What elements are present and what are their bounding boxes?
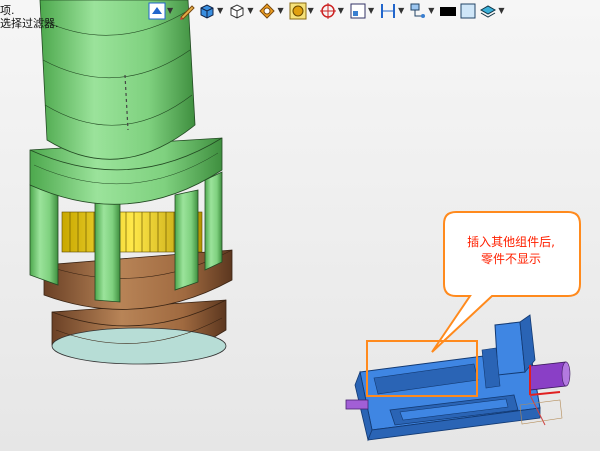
section-view-button[interactable]: ▼ xyxy=(258,1,286,21)
dimension-button[interactable]: ▼ xyxy=(379,1,407,21)
3d-viewport[interactable] xyxy=(0,0,600,451)
chevron-down-icon: ▼ xyxy=(167,6,174,15)
chevron-down-icon: ▼ xyxy=(498,6,505,15)
callout-text: 插入其他组件后, 零件不显示 xyxy=(444,234,578,268)
wireframe-button[interactable]: ▼ xyxy=(228,1,256,21)
green-cylinder-assembly[interactable] xyxy=(29,0,233,365)
highlight-box xyxy=(366,340,478,397)
render-sphere-icon xyxy=(289,2,307,20)
view-orient-icon xyxy=(148,2,166,20)
appearance-layers-icon xyxy=(480,5,497,18)
display-filter-button[interactable]: ▼ xyxy=(409,1,437,21)
display-filter-icon xyxy=(410,3,426,18)
color-black-swatch xyxy=(440,7,457,16)
prompt-line-2: 选择过滤器. xyxy=(0,17,59,30)
callout-line-2: 零件不显示 xyxy=(480,252,541,266)
shaded-solid-button[interactable]: ▼ xyxy=(198,1,226,21)
wireframe-cube-icon xyxy=(230,4,244,19)
chevron-down-icon: ▼ xyxy=(337,6,344,15)
chevron-down-icon: ▼ xyxy=(428,6,435,15)
snap-target-button[interactable]: ▼ xyxy=(319,1,347,21)
sketch-pencil-icon xyxy=(180,5,195,20)
chevron-down-icon: ▼ xyxy=(277,6,284,15)
dimension-icon xyxy=(381,4,396,18)
view-toolbar: ▼ ▼ ▼ ▼ ▼ ▼ ▼ ▼ ▼ ▼ xyxy=(148,0,508,22)
grid-view-button[interactable]: ▼ xyxy=(349,1,377,21)
render-button[interactable]: ▼ xyxy=(289,1,317,21)
color-light-button[interactable] xyxy=(459,1,477,21)
chevron-down-icon: ▼ xyxy=(247,6,254,15)
shaded-solid-icon xyxy=(200,4,214,19)
color-light-swatch xyxy=(460,3,476,19)
appearance-button[interactable]: ▼ xyxy=(479,1,507,21)
callout-line-1: 插入其他组件后, xyxy=(467,235,555,249)
snap-target-icon xyxy=(319,3,336,19)
grid-view-icon xyxy=(350,3,366,19)
sketch-button[interactable] xyxy=(178,1,196,21)
prompt-line-1: 项. xyxy=(0,4,15,17)
section-view-icon xyxy=(259,3,276,19)
chevron-down-icon: ▼ xyxy=(217,6,224,15)
chevron-down-icon: ▼ xyxy=(307,6,314,15)
chevron-down-icon: ▼ xyxy=(367,6,375,15)
view-orient-button[interactable]: ▼ xyxy=(148,1,176,21)
chevron-down-icon: ▼ xyxy=(398,6,405,15)
color-black-button[interactable] xyxy=(439,1,457,21)
